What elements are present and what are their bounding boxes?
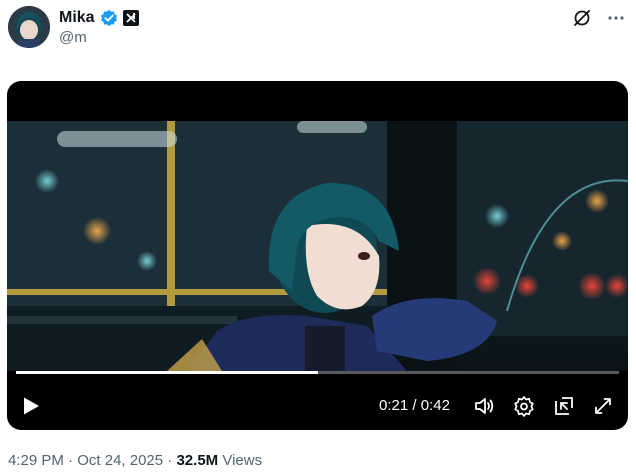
video-frame[interactable] [7, 121, 628, 371]
duration: 0:42 [420, 397, 450, 414]
play-icon [24, 397, 39, 415]
meta-separator: · [68, 452, 74, 469]
video-progress-fill [16, 371, 318, 374]
minimize-icon [555, 397, 573, 415]
settings-icon [514, 396, 534, 417]
author-display-name[interactable]: Mika [59, 9, 95, 27]
video-player[interactable]: 0:21 / 0:42 [7, 81, 628, 430]
play-button[interactable] [21, 396, 41, 416]
time-separator: / [412, 397, 417, 414]
video-time-display: 0:21 / 0:42 [379, 397, 450, 414]
avatar[interactable] [8, 6, 50, 48]
fullscreen-icon [595, 398, 611, 414]
author-handle[interactable]: @m [59, 29, 87, 46]
grok-icon[interactable] [572, 8, 592, 28]
volume-button[interactable] [473, 395, 495, 417]
views-label: Views [222, 452, 263, 469]
verified-badge-icon [100, 9, 117, 27]
video-scene-image [7, 121, 628, 371]
post-time[interactable]: 4:29 PM [8, 452, 64, 469]
post-date[interactable]: Oct 24, 2025 [77, 452, 163, 469]
meta-separator: · [167, 452, 173, 469]
views-count: 32.5M [176, 452, 219, 469]
more-icon[interactable] [606, 8, 626, 28]
video-progress-bar[interactable] [16, 371, 619, 374]
avatar-image [8, 6, 50, 48]
minimize-player-button[interactable] [553, 395, 575, 417]
settings-button[interactable] [513, 395, 535, 417]
current-time: 0:21 [379, 397, 409, 414]
volume-icon [475, 398, 494, 414]
affiliate-badge-icon[interactable] [122, 10, 139, 26]
fullscreen-button[interactable] [592, 395, 614, 417]
post-meta: 4:29 PM · Oct 24, 2025 · 32.5M Views [8, 452, 262, 469]
